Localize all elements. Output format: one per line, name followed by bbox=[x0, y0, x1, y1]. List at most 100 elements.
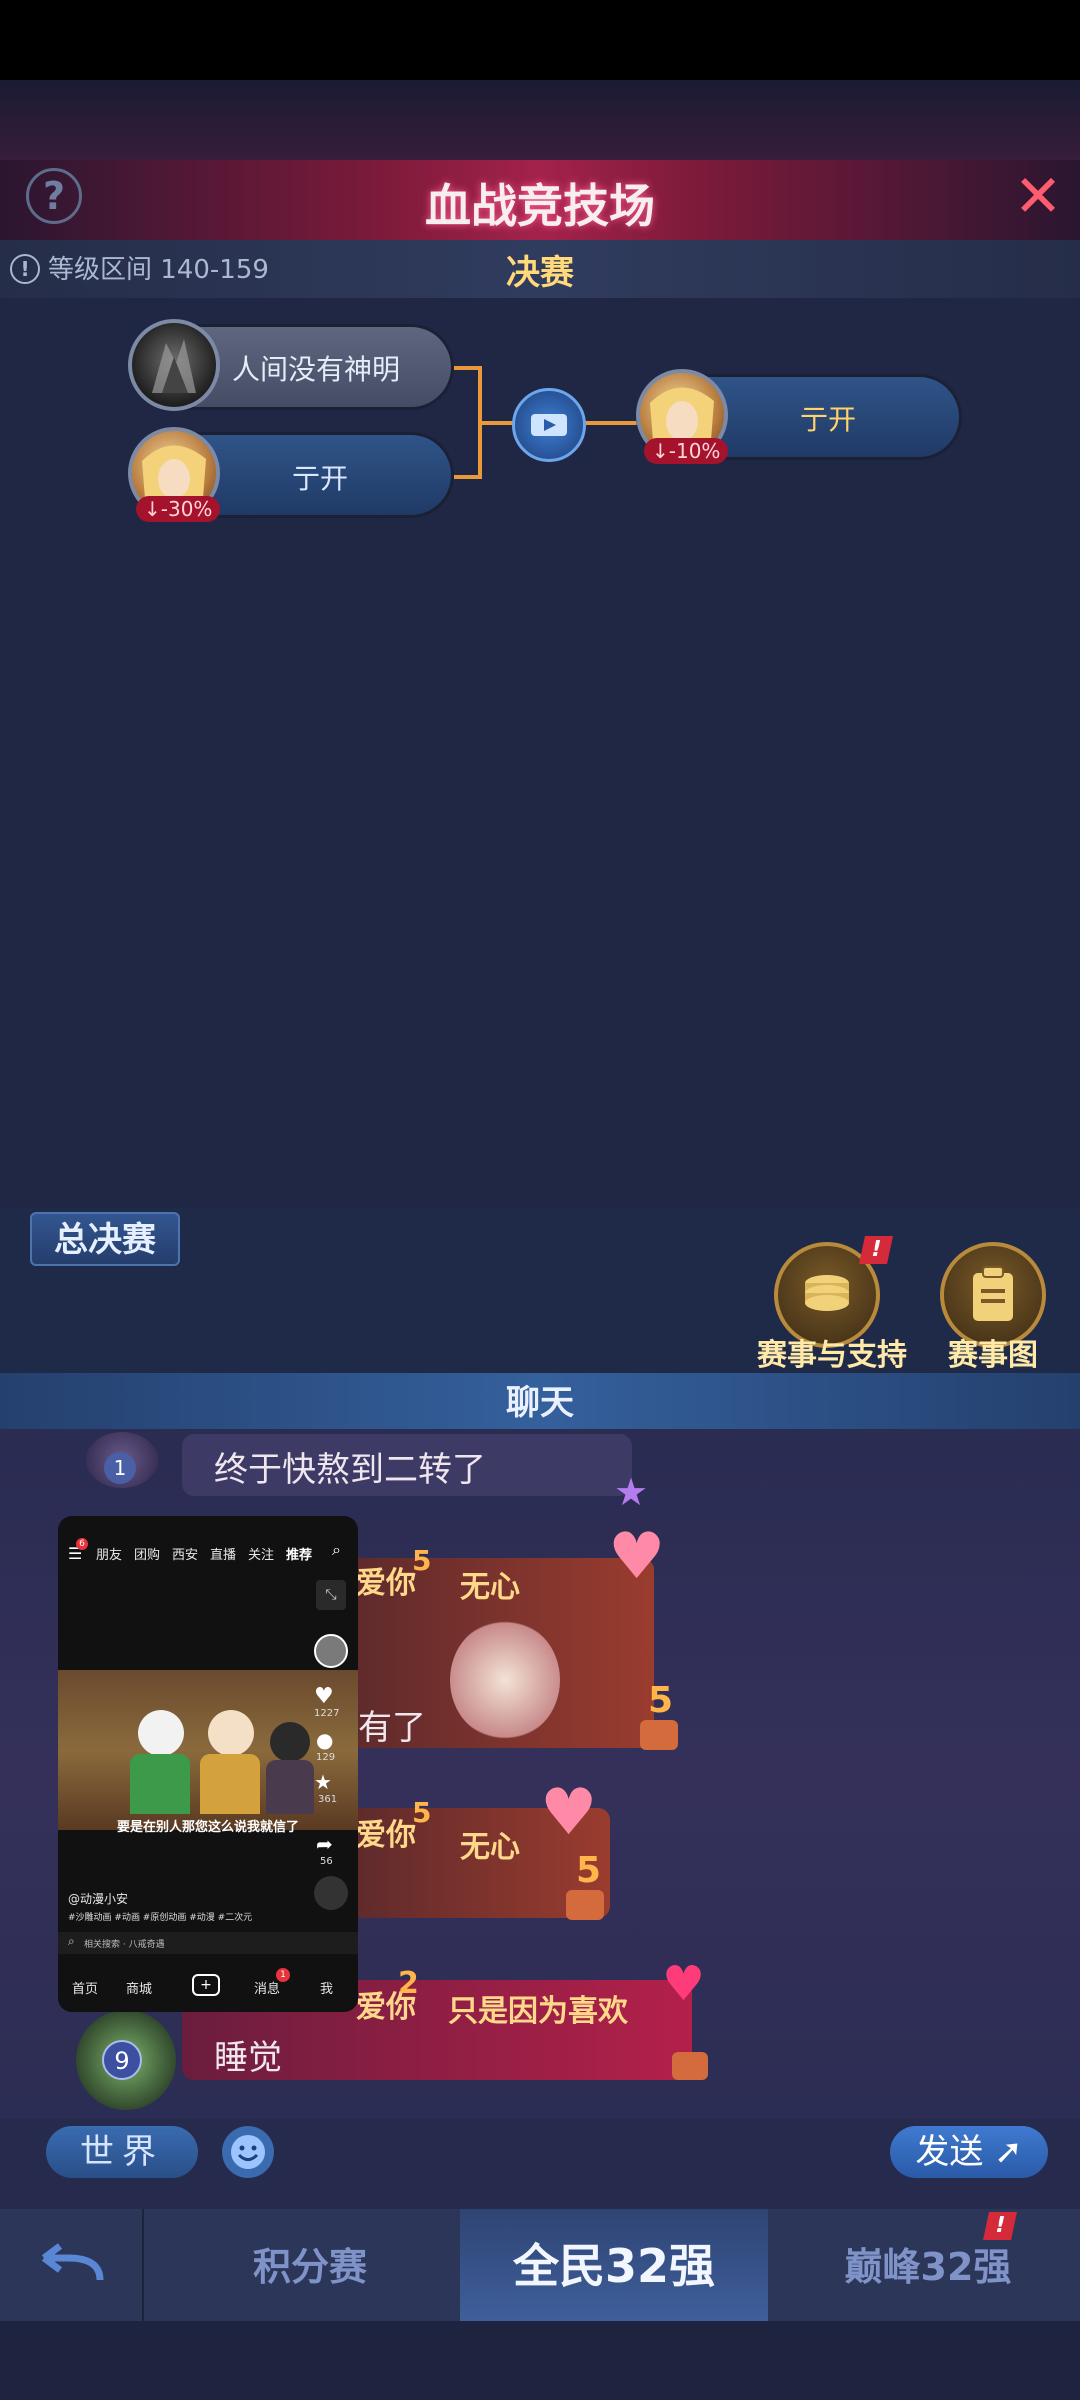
channel-select[interactable]: 世界 bbox=[46, 2126, 198, 2178]
divider bbox=[142, 2209, 144, 2321]
tab-national-32[interactable]: 全民32强 bbox=[470, 2230, 758, 2296]
nav-mall[interactable]: 商城 bbox=[126, 1978, 152, 1997]
level-badge: 1 bbox=[104, 1452, 136, 1484]
pip-tab[interactable]: 直播 bbox=[210, 1544, 236, 1563]
comment-icon[interactable]: ● bbox=[316, 1728, 333, 1752]
dark-knight-portrait-icon bbox=[152, 339, 196, 393]
level-range: 等级区间 140-159 bbox=[48, 255, 269, 285]
pip-tab[interactable]: 关注 bbox=[248, 1544, 274, 1563]
count-badge: 2 bbox=[398, 1966, 419, 2001]
pip-tab[interactable]: 西安 bbox=[172, 1544, 198, 1563]
like-icon[interactable]: ♥ bbox=[314, 1684, 334, 1709]
cake-icon bbox=[566, 1890, 604, 1920]
chat-text-input[interactable] bbox=[290, 2124, 894, 2182]
figure-body bbox=[130, 1754, 190, 1814]
clipboard-icon bbox=[973, 1266, 1013, 1321]
pip-tab-active[interactable]: 推荐 bbox=[286, 1544, 312, 1563]
share-icon[interactable]: ➦ bbox=[316, 1832, 333, 1856]
help-button[interactable]: ? bbox=[26, 168, 82, 224]
search-icon[interactable]: ⌕ bbox=[332, 1540, 341, 1560]
page-title: 血战竞技场 bbox=[425, 179, 655, 233]
penalty-badge: ↓-30% bbox=[136, 496, 221, 522]
love-flag: 爱你 bbox=[356, 1566, 416, 1601]
video-tags[interactable]: #沙雕动画 #动画 #原创动画 #动漫 #二次元 bbox=[68, 1910, 252, 1923]
bracket-map-label: 赛事图 bbox=[948, 1338, 1038, 1373]
heart-icon: ♥ bbox=[662, 1956, 706, 2012]
level-badge: 9 bbox=[102, 2040, 142, 2080]
user-title: 无心 bbox=[460, 1570, 520, 1605]
figure-head bbox=[270, 1722, 310, 1762]
collapse-icon[interactable]: ⤡ bbox=[316, 1580, 346, 1610]
send-label: 发送 bbox=[915, 2132, 984, 2172]
coins-icon bbox=[805, 1275, 849, 1311]
count-badge: 5 bbox=[648, 1680, 674, 1721]
notify-badge: 6 bbox=[76, 1538, 88, 1550]
smiley-icon bbox=[231, 2135, 265, 2169]
nav-home[interactable]: 首页 bbox=[72, 1978, 98, 1997]
cake-icon bbox=[640, 1720, 678, 1750]
info-icon[interactable]: ! bbox=[10, 254, 40, 284]
related-search-text: 相关搜索 · 八戒奇遇 bbox=[84, 1940, 165, 1950]
message-text: 终于快熬到二转了 bbox=[214, 1450, 486, 1490]
video-frame bbox=[58, 1670, 358, 1830]
emoji-button[interactable] bbox=[222, 2126, 274, 2178]
tab-peak-32[interactable]: 巅峰32强 bbox=[828, 2236, 1028, 2291]
back-button[interactable] bbox=[28, 2236, 112, 2296]
figure-head bbox=[208, 1710, 254, 1756]
chat-title: 聊天 bbox=[506, 1383, 574, 1423]
nav-messages[interactable]: 消息 bbox=[254, 1978, 280, 1997]
bottom-decor bbox=[0, 2321, 1080, 2400]
close-button[interactable]: ✕ bbox=[1008, 166, 1068, 226]
player-name: 亍开 bbox=[292, 462, 349, 495]
penalty-badge: ↓-10% bbox=[644, 438, 729, 464]
love-flag: 爱你 bbox=[356, 1818, 416, 1853]
panda-figure bbox=[138, 1710, 184, 1756]
top-banner bbox=[0, 80, 1080, 170]
floating-video-window[interactable]: ☰ 6 朋友 团购 西安 直播 关注 推荐 ⌕ ⤡ 要是在别人那您这么说我就信了… bbox=[58, 1516, 358, 2012]
pip-tab[interactable]: 朋友 bbox=[96, 1544, 122, 1563]
message-text: 睡觉 bbox=[214, 2038, 282, 2078]
round-label: 决赛 bbox=[506, 253, 574, 293]
winner-name: 亍开 bbox=[800, 403, 857, 436]
video-caption: 要是在别人那您这么说我就信了 bbox=[116, 1820, 299, 1835]
player-name: 人间没有神明 bbox=[232, 353, 401, 386]
music-disc-icon[interactable] bbox=[314, 1876, 348, 1910]
send-button[interactable]: 发送 ➚ bbox=[890, 2126, 1048, 2178]
bracket-line bbox=[454, 366, 480, 370]
star-icon: ★ bbox=[614, 1470, 649, 1514]
send-arrow-icon: ➚ bbox=[994, 2132, 1023, 2172]
search-icon: ⌕ bbox=[68, 1934, 75, 1948]
favorite-icon[interactable]: ★ bbox=[314, 1770, 332, 1794]
alert-badge: ! bbox=[859, 1236, 893, 1264]
bracket-line bbox=[584, 421, 640, 425]
status-bar bbox=[0, 0, 1080, 80]
back-arrow-icon bbox=[41, 2243, 104, 2281]
count-badge: 5 bbox=[412, 1796, 432, 1829]
avatar[interactable] bbox=[314, 1634, 348, 1668]
count-badge: 5 bbox=[576, 1850, 602, 1891]
message-text: 有了 bbox=[358, 1708, 426, 1748]
tab-points-match[interactable]: 积分赛 bbox=[210, 2236, 410, 2291]
user-title: 只是因为喜欢 bbox=[448, 1994, 628, 2029]
replay-button[interactable] bbox=[512, 388, 586, 462]
bracket-line bbox=[454, 475, 480, 479]
figure-body bbox=[200, 1754, 260, 1814]
sticker-image bbox=[450, 1620, 560, 1740]
favorite-count: 361 bbox=[318, 1794, 338, 1805]
like-count: 1227 bbox=[314, 1708, 340, 1719]
final-tab[interactable]: 总决赛 bbox=[30, 1212, 180, 1266]
cake-icon bbox=[672, 2052, 708, 2080]
pip-tab[interactable]: 团购 bbox=[134, 1544, 160, 1563]
share-count: 56 bbox=[320, 1856, 333, 1867]
video-author[interactable]: @动漫小安 bbox=[68, 1890, 128, 1907]
comment-count: 129 bbox=[316, 1752, 336, 1763]
create-button[interactable]: + bbox=[192, 1974, 220, 1996]
alert-badge: ! bbox=[983, 2212, 1017, 2240]
nav-me[interactable]: 我 bbox=[320, 1978, 333, 1997]
avatar bbox=[128, 319, 220, 411]
bracket-line bbox=[480, 421, 516, 425]
hearts-icon: ♥ bbox=[608, 1520, 666, 1594]
hearts-icon: ♥ bbox=[540, 1776, 598, 1850]
message-badge: 1 bbox=[276, 1968, 290, 1982]
user-title: 无心 bbox=[460, 1830, 520, 1865]
